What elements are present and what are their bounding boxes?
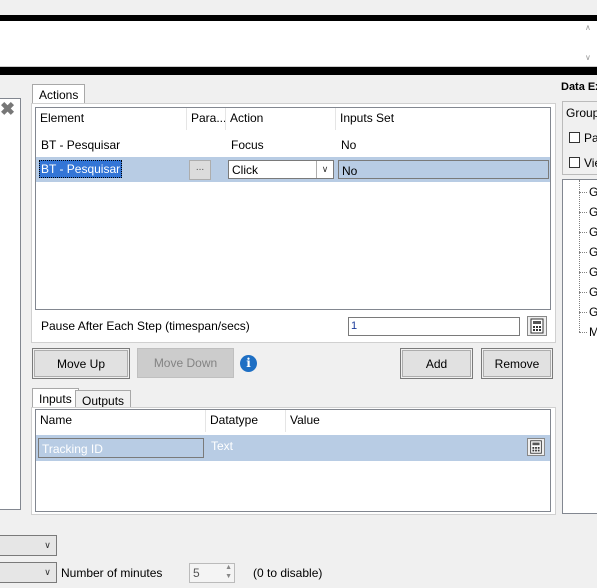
tree-connector: [579, 272, 587, 273]
top-text-area[interactable]: ∧ ∨: [0, 21, 597, 67]
add-label: Add: [402, 350, 471, 377]
chevron-down-icon[interactable]: ∨: [316, 161, 333, 178]
stepper-down-icon[interactable]: ▼: [225, 573, 232, 580]
close-icon[interactable]: ✖: [0, 100, 20, 118]
tree-connector: [579, 212, 587, 213]
group-label: Group: [566, 106, 597, 120]
chevron-down-icon[interactable]: ∨: [39, 536, 56, 555]
checkbox-pag[interactable]: [569, 132, 580, 143]
tree-item[interactable]: G: [589, 185, 597, 199]
minutes-stepper[interactable]: 5 ▲ ▼: [189, 563, 235, 583]
inputs-grid[interactable]: Name Datatype Value Tracking ID Text: [35, 409, 551, 512]
action-select[interactable]: Click ∨: [228, 160, 334, 179]
column-header-name[interactable]: Name: [36, 410, 206, 432]
calculator-icon[interactable]: [527, 438, 545, 456]
move-up-button[interactable]: Move Up: [32, 348, 130, 379]
row-element: BT - Pesquisar: [41, 138, 121, 152]
row-element[interactable]: BT - Pesquisar: [39, 160, 123, 178]
tree-item[interactable]: M: [589, 325, 597, 339]
checkbox-vie[interactable]: [569, 157, 580, 168]
minutes-value: 5: [193, 566, 200, 580]
tree-connector: [579, 292, 587, 293]
tree-connector: [579, 252, 587, 253]
remove-label: Remove: [483, 350, 551, 377]
tree-connector: [579, 180, 580, 332]
add-button[interactable]: Add: [400, 348, 473, 379]
calculator-icon[interactable]: [527, 316, 547, 336]
pause-label: Pause After Each Step (timespan/secs): [41, 319, 250, 333]
name-value: Tracking ID: [42, 442, 103, 456]
pause-input[interactable]: 1: [348, 317, 520, 336]
column-header-datatype[interactable]: Datatype: [206, 410, 286, 432]
name-field[interactable]: Tracking ID: [38, 438, 204, 458]
minutes-label: Number of minutes: [61, 566, 163, 580]
column-header-value[interactable]: Value: [286, 410, 550, 432]
tree-item[interactable]: G: [589, 285, 597, 299]
actions-grid[interactable]: Element Para... Action Inputs Set BT - P…: [35, 107, 551, 310]
right-panel-title: Data Ex: [561, 81, 597, 93]
params-ellipsis-button[interactable]: ...: [189, 160, 211, 180]
table-row[interactable]: BT - Pesquisar Focus No: [36, 132, 550, 156]
row-element-text: BT - Pesquisar: [41, 162, 121, 176]
chevron-down-icon[interactable]: ∨: [39, 563, 56, 582]
scroll-down-icon[interactable]: ∨: [585, 53, 595, 63]
tree-connector: [579, 332, 587, 333]
stepper-up-icon[interactable]: ▲: [225, 564, 232, 571]
column-header-inputs-set[interactable]: Inputs Set: [336, 108, 550, 130]
tree-item[interactable]: G: [589, 205, 597, 219]
tree-item[interactable]: G: [589, 225, 597, 239]
row-action: Focus: [231, 138, 264, 152]
pause-value: 1: [351, 320, 358, 332]
value-cell[interactable]: [289, 439, 519, 455]
top-divider: [0, 67, 597, 75]
column-header-element[interactable]: Element: [36, 108, 187, 130]
remove-button[interactable]: Remove: [481, 348, 553, 379]
tree-view[interactable]: G G G G G G G M: [562, 179, 597, 514]
tree-item[interactable]: G: [589, 305, 597, 319]
tree-connector: [579, 312, 587, 313]
move-down-button[interactable]: Move Down: [137, 348, 234, 378]
tree-item[interactable]: G: [589, 245, 597, 259]
action-select-value: Click: [232, 163, 258, 177]
column-header-action[interactable]: Action: [226, 108, 336, 130]
bottom-select-2[interactable]: ∨: [0, 562, 57, 583]
table-row-selected[interactable]: Tracking ID Text: [36, 435, 550, 461]
minutes-hint: (0 to disable): [253, 566, 323, 580]
move-up-label: Move Up: [34, 350, 128, 377]
column-header-params[interactable]: Para...: [187, 108, 226, 130]
row-inputs-set: No: [341, 138, 357, 152]
inputs-set-field[interactable]: No: [338, 160, 549, 179]
left-panel: [0, 98, 21, 510]
tree-connector: [579, 232, 587, 233]
checkbox-pag-label: Pag: [584, 131, 597, 145]
tree-item[interactable]: G: [589, 265, 597, 279]
inputs-set-value: No: [342, 164, 358, 178]
datatype-value: Text: [211, 439, 234, 453]
scroll-up-icon[interactable]: ∧: [585, 23, 595, 33]
info-icon[interactable]: i: [240, 355, 257, 372]
table-row-selected[interactable]: BT - Pesquisar ... Click ∨ No: [36, 157, 550, 182]
bottom-select-1[interactable]: ∨: [0, 535, 57, 556]
checkbox-vie-label: Vie: [584, 156, 597, 170]
group-box: Group Pag Vie: [562, 101, 597, 175]
tree-connector: [579, 192, 587, 193]
